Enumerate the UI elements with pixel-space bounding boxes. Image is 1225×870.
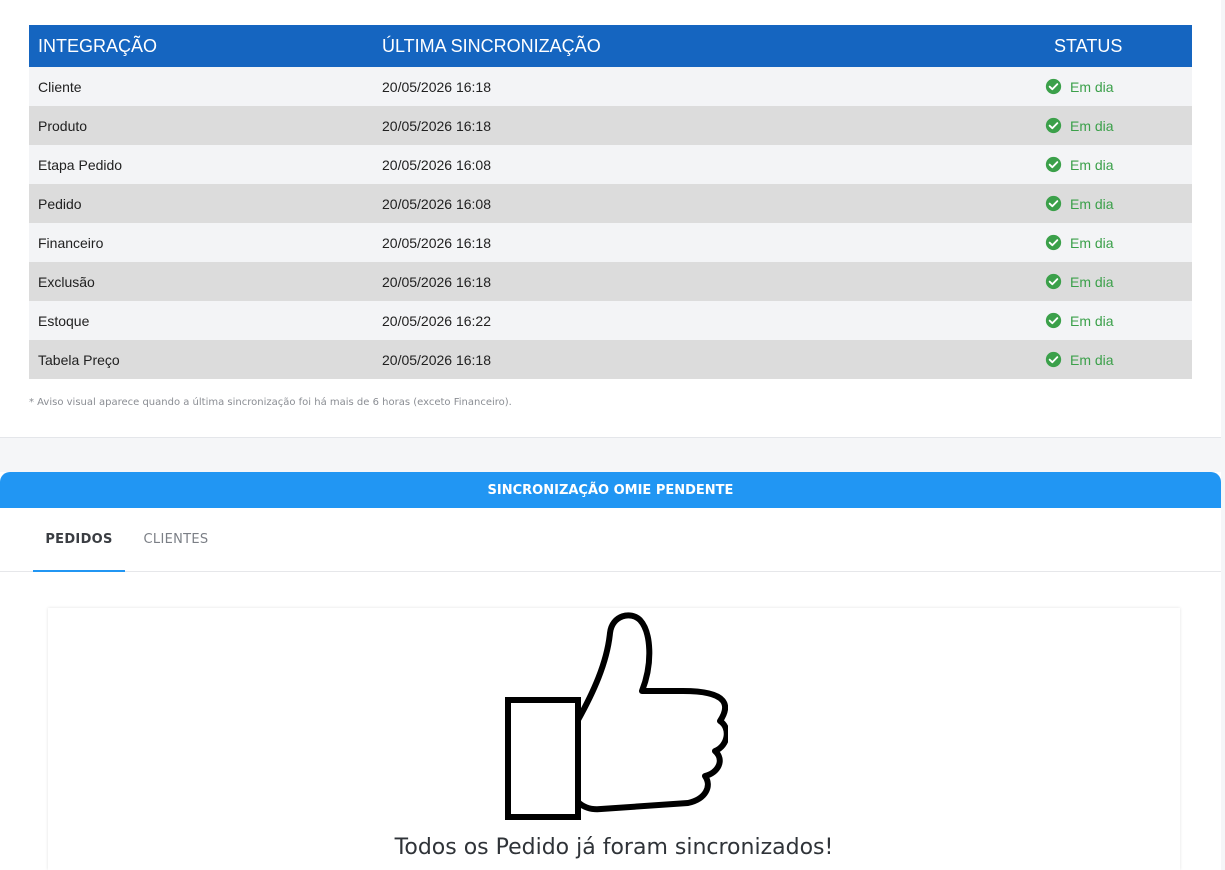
status-text: Em dia bbox=[1070, 351, 1114, 368]
empty-state-panel: Todos os Pedido já foram sincronizados! bbox=[48, 608, 1180, 870]
check-circle-icon bbox=[1045, 156, 1062, 173]
column-header-integration: INTEGRAÇÃO bbox=[29, 25, 373, 67]
integration-name: Etapa Pedido bbox=[29, 145, 373, 184]
pending-sync-card: SINCRONIZAÇÃO OMIE PENDENTE PEDIDOS CLIE… bbox=[0, 472, 1221, 870]
status-text: Em dia bbox=[1070, 78, 1114, 95]
status-cell: Em dia bbox=[1036, 301, 1192, 340]
table-row: Financeiro 20/05/2026 16:18 Em dia bbox=[29, 223, 1192, 262]
integration-name: Financeiro bbox=[29, 223, 373, 262]
check-circle-icon bbox=[1045, 273, 1062, 290]
check-circle-icon bbox=[1045, 195, 1062, 212]
integration-name: Pedido bbox=[29, 184, 373, 223]
integration-name: Tabela Preço bbox=[29, 340, 373, 379]
status-cell: Em dia bbox=[1036, 262, 1192, 301]
tab-pedidos[interactable]: PEDIDOS bbox=[33, 508, 125, 572]
check-circle-icon bbox=[1045, 312, 1062, 329]
status-text: Em dia bbox=[1070, 156, 1114, 173]
integration-status-card: INTEGRAÇÃO ÚLTIMA SINCRONIZAÇÃO STATUS C… bbox=[0, 0, 1221, 438]
status-text: Em dia bbox=[1070, 117, 1114, 134]
status-cell: Em dia bbox=[1036, 106, 1192, 145]
check-circle-icon bbox=[1045, 234, 1062, 251]
table-row: Pedido 20/05/2026 16:08 Em dia bbox=[29, 184, 1192, 223]
status-cell: Em dia bbox=[1036, 223, 1192, 262]
last-sync-date: 20/05/2026 16:08 bbox=[373, 145, 1036, 184]
status-text: Em dia bbox=[1070, 312, 1114, 329]
table-row: Etapa Pedido 20/05/2026 16:08 Em dia bbox=[29, 145, 1192, 184]
last-sync-date: 20/05/2026 16:18 bbox=[373, 223, 1036, 262]
table-header-row: INTEGRAÇÃO ÚLTIMA SINCRONIZAÇÃO STATUS bbox=[29, 25, 1192, 67]
integration-name: Exclusão bbox=[29, 262, 373, 301]
check-circle-icon bbox=[1045, 78, 1062, 95]
last-sync-date: 20/05/2026 16:08 bbox=[373, 184, 1036, 223]
integration-sync-table: INTEGRAÇÃO ÚLTIMA SINCRONIZAÇÃO STATUS C… bbox=[29, 25, 1192, 379]
tab-clientes[interactable]: CLIENTES bbox=[131, 508, 221, 571]
status-cell: Em dia bbox=[1036, 67, 1192, 106]
last-sync-date: 20/05/2026 16:18 bbox=[373, 262, 1036, 301]
status-cell: Em dia bbox=[1036, 340, 1192, 379]
last-sync-date: 20/05/2026 16:18 bbox=[373, 340, 1036, 379]
check-circle-icon bbox=[1045, 351, 1062, 368]
table-row: Produto 20/05/2026 16:18 Em dia bbox=[29, 106, 1192, 145]
table-row: Estoque 20/05/2026 16:22 Em dia bbox=[29, 301, 1192, 340]
integration-name: Produto bbox=[29, 106, 373, 145]
table-row: Tabela Preço 20/05/2026 16:18 Em dia bbox=[29, 340, 1192, 379]
pending-tabs: PEDIDOS CLIENTES bbox=[0, 508, 1221, 572]
check-circle-icon bbox=[1045, 117, 1062, 134]
thumbs-up-icon bbox=[505, 612, 728, 820]
table-body: Cliente 20/05/2026 16:18 Em dia Produto 20/0… bbox=[29, 67, 1192, 379]
column-header-status: STATUS bbox=[1036, 25, 1192, 67]
table-row: Cliente 20/05/2026 16:18 Em dia bbox=[29, 67, 1192, 106]
last-sync-date: 20/05/2026 16:18 bbox=[373, 106, 1036, 145]
empty-state-message: Todos os Pedido já foram sincronizados! bbox=[394, 835, 834, 860]
last-sync-date: 20/05/2026 16:22 bbox=[373, 301, 1036, 340]
integration-name: Cliente bbox=[29, 67, 373, 106]
status-text: Em dia bbox=[1070, 273, 1114, 290]
integration-name: Estoque bbox=[29, 301, 373, 340]
status-cell: Em dia bbox=[1036, 145, 1192, 184]
sync-footnote: * Aviso visual aparece quando a última s… bbox=[29, 397, 512, 408]
status-text: Em dia bbox=[1070, 195, 1114, 212]
pending-sync-header: SINCRONIZAÇÃO OMIE PENDENTE bbox=[0, 472, 1221, 508]
status-cell: Em dia bbox=[1036, 184, 1192, 223]
pending-sync-title: SINCRONIZAÇÃO OMIE PENDENTE bbox=[487, 482, 734, 498]
last-sync-date: 20/05/2026 16:18 bbox=[373, 67, 1036, 106]
column-header-last-sync: ÚLTIMA SINCRONIZAÇÃO bbox=[373, 25, 1036, 67]
status-text: Em dia bbox=[1070, 234, 1114, 251]
table-row: Exclusão 20/05/2026 16:18 Em dia bbox=[29, 262, 1192, 301]
